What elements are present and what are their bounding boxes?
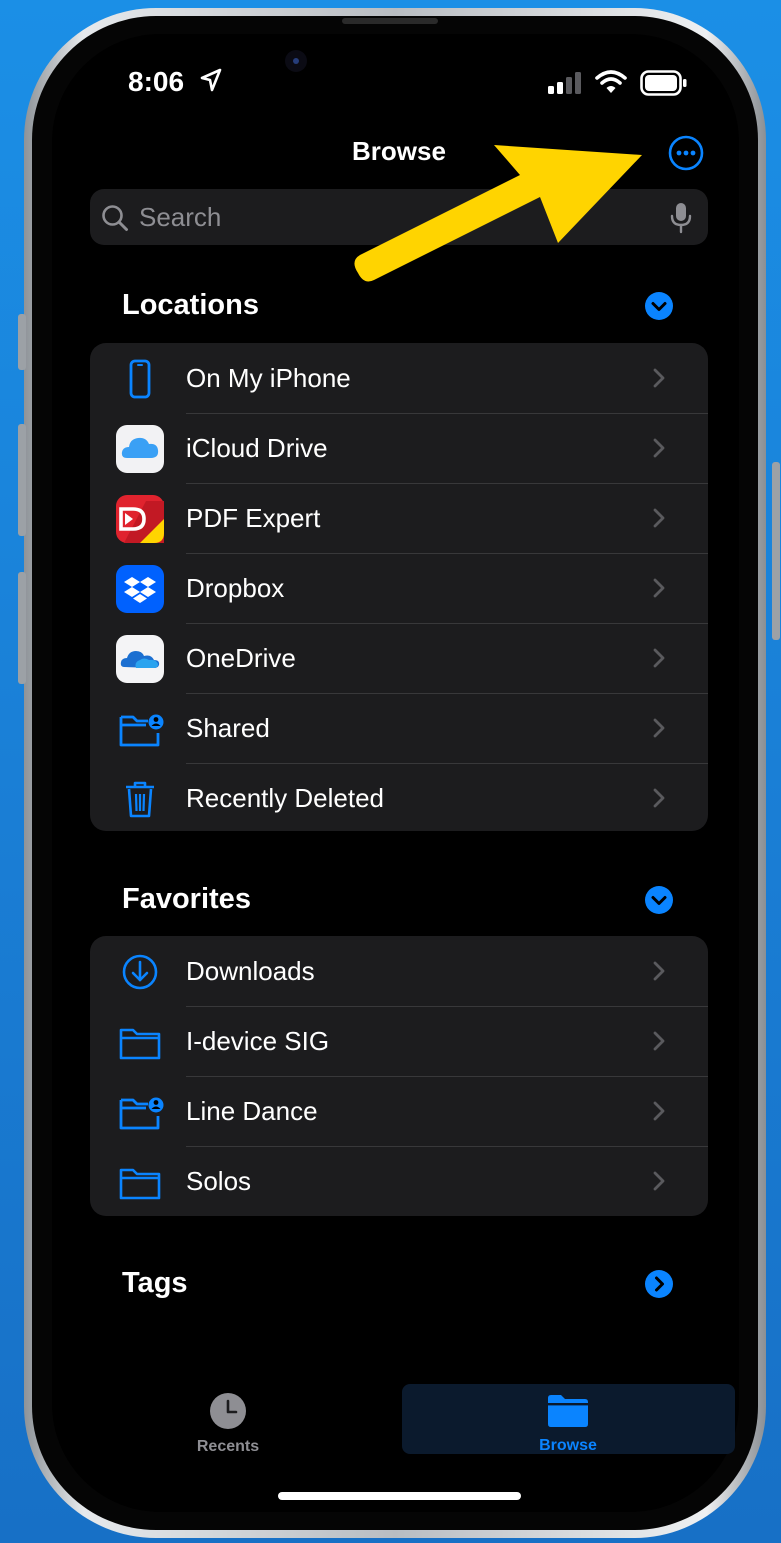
locations-list: On My iPhone iCloud Drive PDF Expert Dro… bbox=[90, 343, 708, 831]
favorite-solos[interactable]: Solos bbox=[90, 1146, 708, 1216]
speaker-grille bbox=[342, 18, 438, 24]
microphone-icon[interactable] bbox=[670, 202, 692, 234]
more-options-button[interactable] bbox=[668, 135, 704, 171]
location-onedrive[interactable]: OneDrive bbox=[90, 623, 708, 693]
location-dropbox[interactable]: Dropbox bbox=[90, 553, 708, 623]
folder-icon bbox=[119, 1168, 161, 1200]
tab-recents[interactable]: Recents bbox=[172, 1388, 284, 1460]
search-input[interactable]: Search bbox=[139, 202, 221, 233]
location-icloud-drive[interactable]: iCloud Drive bbox=[90, 413, 708, 483]
volume-up-button bbox=[18, 424, 26, 536]
tags-expand-toggle[interactable] bbox=[645, 1270, 673, 1298]
chevron-right-icon bbox=[653, 788, 665, 808]
row-separator bbox=[186, 623, 708, 624]
onedrive-icon bbox=[116, 635, 164, 683]
favorite-label: Line Dance bbox=[186, 1096, 318, 1126]
battery-icon bbox=[640, 70, 687, 96]
row-separator bbox=[186, 413, 708, 414]
chevron-right-icon bbox=[653, 1171, 665, 1191]
tab-label: Recents bbox=[196, 1438, 260, 1455]
location-on-my-iphone[interactable]: On My iPhone bbox=[90, 343, 708, 413]
location-shared[interactable]: Shared bbox=[90, 693, 708, 763]
favorite-i-device-sig[interactable]: I-device SIG bbox=[90, 1006, 708, 1076]
wifi-icon bbox=[595, 70, 627, 93]
favorite-downloads[interactable]: Downloads bbox=[90, 936, 708, 1006]
row-separator bbox=[186, 483, 708, 484]
location-arrow-icon bbox=[200, 68, 222, 92]
location-label: OneDrive bbox=[186, 643, 296, 673]
chevron-right-icon bbox=[653, 648, 665, 668]
chevron-right-icon bbox=[653, 438, 665, 458]
location-recently-deleted[interactable]: Recently Deleted bbox=[90, 763, 708, 833]
shared-folder-icon bbox=[119, 1097, 164, 1130]
chevron-right-icon bbox=[653, 1031, 665, 1051]
icloud-drive-icon bbox=[116, 425, 164, 473]
chevron-right-icon bbox=[653, 578, 665, 598]
location-label: Recently Deleted bbox=[186, 783, 384, 813]
row-separator bbox=[186, 1006, 708, 1007]
locations-section-title: Locations bbox=[122, 289, 259, 321]
folder-icon bbox=[548, 1395, 588, 1427]
favorite-label: Downloads bbox=[186, 956, 315, 986]
downloads-icon bbox=[122, 954, 158, 990]
favorites-section-title: Favorites bbox=[122, 883, 251, 915]
tab-label: Browse bbox=[539, 1437, 597, 1454]
status-time: 8:06 bbox=[128, 66, 185, 97]
front-camera bbox=[285, 50, 307, 72]
location-pdf-expert[interactable]: PDF Expert bbox=[90, 483, 708, 553]
location-label: Shared bbox=[186, 713, 270, 743]
shared-folder-icon bbox=[119, 714, 164, 747]
dropbox-icon bbox=[116, 565, 164, 613]
row-separator bbox=[186, 1146, 708, 1147]
row-separator bbox=[186, 553, 708, 554]
volume-down-button bbox=[18, 572, 26, 684]
row-separator bbox=[186, 693, 708, 694]
chevron-right-icon bbox=[653, 508, 665, 528]
tab-browse[interactable]: Browse bbox=[402, 1384, 735, 1454]
action-button bbox=[18, 314, 26, 370]
favorite-line-dance[interactable]: Line Dance bbox=[90, 1076, 708, 1146]
location-label: iCloud Drive bbox=[186, 433, 328, 463]
location-label: PDF Expert bbox=[186, 503, 321, 533]
row-separator bbox=[186, 1076, 708, 1077]
callout-arrow-icon bbox=[354, 145, 642, 282]
chevron-right-icon bbox=[653, 718, 665, 738]
chevron-right-icon bbox=[653, 961, 665, 981]
pdf-expert-icon bbox=[116, 495, 164, 543]
trash-icon bbox=[126, 781, 154, 818]
iphone-icon bbox=[129, 359, 151, 399]
favorite-label: Solos bbox=[186, 1166, 252, 1196]
favorites-list: Downloads I-device SIG Line Dance Solos bbox=[90, 936, 708, 1216]
favorites-collapse-toggle[interactable] bbox=[645, 886, 673, 914]
clock-icon bbox=[210, 1393, 246, 1429]
home-indicator[interactable] bbox=[278, 1492, 521, 1500]
tags-section-title: Tags bbox=[122, 1267, 188, 1299]
location-label: On My iPhone bbox=[186, 363, 351, 393]
favorite-label: I-device SIG bbox=[186, 1026, 330, 1056]
chevron-right-icon bbox=[653, 368, 665, 388]
row-separator bbox=[186, 763, 708, 764]
search-icon bbox=[102, 205, 128, 231]
power-button bbox=[772, 462, 780, 640]
chevron-right-icon bbox=[653, 1101, 665, 1121]
cellular-signal-icon bbox=[548, 72, 581, 94]
folder-icon bbox=[119, 1028, 161, 1060]
location-label: Dropbox bbox=[186, 573, 285, 603]
